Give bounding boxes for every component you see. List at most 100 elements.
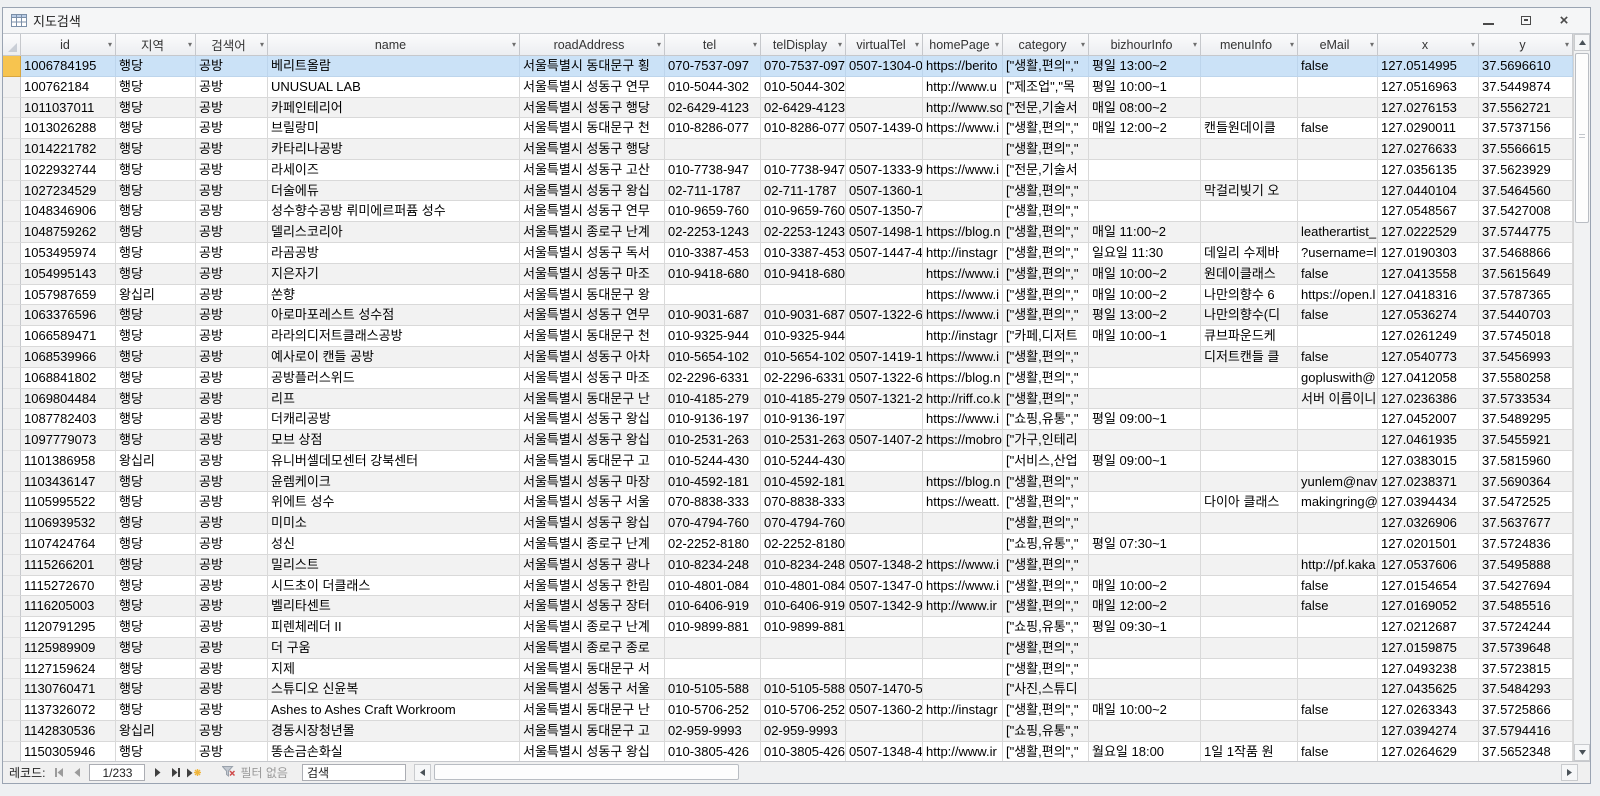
cell-y[interactable]: 37.5464560 [1479,181,1573,202]
cell-tel[interactable]: 010-6406-919 [665,596,761,617]
cell-menuInfo[interactable] [1201,409,1298,430]
cell-keyword[interactable]: 공방 [196,451,268,472]
scroll-down-button[interactable] [1574,744,1590,761]
row-selector[interactable] [3,472,21,493]
cell-homePage[interactable]: http://instagr [923,243,1003,264]
cell-menuInfo[interactable] [1201,77,1298,98]
cell-keyword[interactable]: 공방 [196,492,268,513]
cell-name[interactable]: 예사로이 캔들 공방 [268,347,520,368]
column-header-telDisplay[interactable]: telDisplay▾ [761,34,846,56]
cell-telDisplay[interactable]: 02-2253-1243 [761,222,846,243]
cell-homePage[interactable]: https://www.i [923,118,1003,139]
cell-menuInfo[interactable] [1201,555,1298,576]
cell-virtualTel[interactable] [846,326,923,347]
cell-eMail[interactable] [1298,181,1378,202]
cell-name[interactable]: 더캐리공방 [268,409,520,430]
row-selector[interactable] [3,576,21,597]
cell-virtualTel[interactable]: 0507-1322-63 [846,368,923,389]
cell-keyword[interactable]: 공방 [196,98,268,119]
column-dropdown-icon[interactable]: ▾ [1565,40,1569,49]
previous-record-button[interactable] [68,764,86,782]
cell-tel[interactable]: 02-2252-8180 [665,534,761,555]
cell-homePage[interactable]: https://berito [923,56,1003,77]
cell-menuInfo[interactable] [1201,596,1298,617]
column-dropdown-icon[interactable]: ▾ [915,40,919,49]
cell-menuInfo[interactable] [1201,700,1298,721]
cell-telDisplay[interactable] [761,285,846,306]
cell-tel[interactable]: 010-5044-302 [665,77,761,98]
cell-name[interactable]: 피렌체레더 II [268,617,520,638]
cell-keyword[interactable]: 공방 [196,430,268,451]
cell-menuInfo[interactable]: 디저트캔들 클 [1201,347,1298,368]
cell-eMail[interactable]: gopluswith@ [1298,368,1378,389]
cell-x[interactable]: 127.0276633 [1378,139,1479,160]
column-dropdown-icon[interactable]: ▾ [1471,40,1475,49]
cell-x[interactable]: 127.0276153 [1378,98,1479,119]
cell-x[interactable]: 127.0261249 [1378,326,1479,347]
cell-roadAddress[interactable]: 서울특별시 종로구 종로 [520,638,665,659]
cell-bizhourInfo[interactable] [1089,368,1201,389]
column-header-keyword[interactable]: 검색어▾ [196,34,268,56]
cell-y[interactable]: 37.5794416 [1479,721,1573,742]
row-selector[interactable] [3,264,21,285]
cell-tel[interactable]: 010-9659-760 [665,201,761,222]
cell-virtualTel[interactable] [846,139,923,160]
column-header-homePage[interactable]: homePage▾ [923,34,1003,56]
cell-homePage[interactable]: http://www.u [923,77,1003,98]
cell-eMail[interactable] [1298,409,1378,430]
cell-bizhourInfo[interactable]: 평일 09:00~1 [1089,409,1201,430]
cell-name[interactable]: Ashes to Ashes Craft Workroom [268,700,520,721]
cell-virtualTel[interactable] [846,285,923,306]
row-selector[interactable] [3,285,21,306]
cell-virtualTel[interactable] [846,409,923,430]
scroll-up-button[interactable] [1574,34,1590,51]
row-selector[interactable] [3,181,21,202]
row-selector[interactable] [3,326,21,347]
cell-telDisplay[interactable]: 02-711-1787 [761,181,846,202]
cell-category[interactable]: ["쇼핑,유통"," [1003,534,1089,555]
cell-telDisplay[interactable]: 010-9136-197 [761,409,846,430]
cell-eMail[interactable]: false [1298,576,1378,597]
cell-bizhourInfo[interactable]: 매일 10:00~2 [1089,264,1201,285]
cell-homePage[interactable]: http://www.so [923,98,1003,119]
cell-tel[interactable]: 010-3387-453 [665,243,761,264]
cell-name[interactable]: 밀리스트 [268,555,520,576]
cell-name[interactable]: 더 구움 [268,638,520,659]
cell-id[interactable]: 1097779073 [21,430,116,451]
row-selector[interactable] [3,596,21,617]
cell-region[interactable]: 왕십리 [116,721,196,742]
cell-telDisplay[interactable]: 010-5244-430 [761,451,846,472]
cell-y[interactable]: 37.5787365 [1479,285,1573,306]
cell-virtualTel[interactable] [846,472,923,493]
cell-homePage[interactable]: https://mobro [923,430,1003,451]
cell-x[interactable]: 127.0418316 [1378,285,1479,306]
cell-menuInfo[interactable] [1201,679,1298,700]
cell-homePage[interactable]: https://www.i [923,160,1003,181]
cell-eMail[interactable] [1298,451,1378,472]
cell-y[interactable]: 37.5733534 [1479,389,1573,410]
cell-homePage[interactable] [923,513,1003,534]
cell-menuInfo[interactable]: 나만의향수(디 [1201,305,1298,326]
cell-bizhourInfo[interactable] [1089,347,1201,368]
cell-menuInfo[interactable] [1201,222,1298,243]
cell-homePage[interactable]: https://blog.n [923,222,1003,243]
row-selector[interactable] [3,243,21,264]
cell-eMail[interactable]: false [1298,56,1378,77]
cell-id[interactable]: 1068841802 [21,368,116,389]
cell-virtualTel[interactable]: 0507-1360-25 [846,700,923,721]
cell-tel[interactable]: 02-2253-1243 [665,222,761,243]
cell-category[interactable]: ["생활,편의"," [1003,201,1089,222]
cell-y[interactable]: 37.5737156 [1479,118,1573,139]
cell-region[interactable]: 행당 [116,368,196,389]
cell-keyword[interactable]: 공방 [196,77,268,98]
cell-menuInfo[interactable]: 캔들원데이클 [1201,118,1298,139]
cell-homePage[interactable]: https://www.i [923,555,1003,576]
cell-category[interactable]: ["쇼핑,유통"," [1003,409,1089,430]
cell-name[interactable]: 지은자기 [268,264,520,285]
cell-roadAddress[interactable]: 서울특별시 성동구 연무 [520,77,665,98]
cell-keyword[interactable]: 공방 [196,389,268,410]
cell-region[interactable]: 행당 [116,700,196,721]
cell-y[interactable]: 37.5690364 [1479,472,1573,493]
cell-eMail[interactable]: yunlem@nav [1298,472,1378,493]
cell-id[interactable]: 1069804484 [21,389,116,410]
